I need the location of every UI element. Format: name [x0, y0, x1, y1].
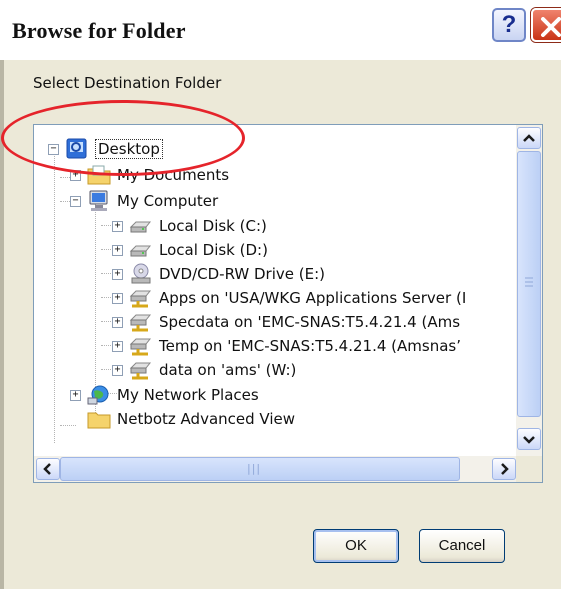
tree-item-label: My Network Places: [117, 386, 259, 404]
help-icon: ?: [501, 11, 517, 38]
chevron-left-icon: [43, 463, 51, 475]
browse-for-folder-dialog: Browse for Folder ? Select Destination F…: [0, 0, 561, 589]
drive-icon: [129, 215, 153, 237]
tree-item-my-computer[interactable]: − My Computer: [70, 189, 218, 213]
dialog-title: Browse for Folder: [12, 18, 186, 43]
network-places-icon: [87, 384, 111, 406]
tree-item-label: Local Disk (C:): [159, 217, 267, 235]
tree-item-dvd-drive[interactable]: + DVD/CD-RW Drive (E:): [112, 262, 325, 286]
tree-item-specdata-share[interactable]: + Specdata on 'EMC-SNAS:T5.4.21.4 (Ams: [112, 310, 460, 334]
network-drive-icon: [129, 359, 153, 381]
tree-item-label: Temp on 'EMC-SNAS:T5.4.21.4 (Amsnas’: [159, 337, 461, 355]
tree-item-label: Apps on 'USA/WKG Applications Server (I: [159, 289, 467, 307]
tree-item-label: data on 'ams' (W:): [159, 361, 297, 379]
expand-toggle[interactable]: +: [112, 268, 123, 280]
close-button[interactable]: [531, 8, 561, 42]
network-drive-icon: [129, 335, 153, 357]
tree-item-local-disk-d[interactable]: + Local Disk (D:): [112, 238, 268, 262]
scrollbar-corner: [516, 456, 542, 482]
expand-toggle[interactable]: +: [112, 364, 123, 376]
scroll-up-button[interactable]: [517, 127, 541, 149]
tree-item-label: DVD/CD-RW Drive (E:): [159, 265, 325, 283]
grip-icon: [525, 277, 533, 287]
tree-line: [54, 153, 55, 443]
grip-icon: |||: [247, 462, 262, 475]
expand-toggle[interactable]: +: [112, 244, 123, 256]
tree-item-temp-share[interactable]: + Temp on 'EMC-SNAS:T5.4.21.4 (Amsnas’: [112, 334, 461, 358]
tree-item-label: Specdata on 'EMC-SNAS:T5.4.21.4 (Ams: [159, 313, 461, 331]
tree-item-label: Netbotz Advanced View: [117, 410, 296, 428]
tree-item-label: My Computer: [117, 192, 219, 210]
scroll-right-button[interactable]: [492, 458, 516, 480]
help-button[interactable]: ?: [492, 8, 526, 42]
red-highlight-ellipse: [1, 100, 245, 176]
horizontal-scrollbar[interactable]: |||: [34, 456, 518, 482]
scroll-down-button[interactable]: [517, 428, 541, 450]
chevron-up-icon: [523, 134, 535, 142]
folder-tree[interactable]: − Desktop + My Documents − My Computer +: [33, 124, 543, 483]
chevron-right-icon: [501, 463, 509, 475]
drive-icon: [129, 239, 153, 261]
ok-button[interactable]: OK: [313, 529, 399, 563]
tree-item-local-disk-c[interactable]: + Local Disk (C:): [112, 214, 267, 238]
scroll-thumb[interactable]: [517, 151, 541, 417]
expand-toggle[interactable]: +: [70, 389, 81, 401]
scroll-left-button[interactable]: [36, 458, 60, 480]
computer-icon: [87, 190, 111, 212]
collapse-toggle[interactable]: −: [70, 195, 81, 207]
expand-toggle[interactable]: +: [112, 220, 123, 232]
network-drive-icon: [129, 287, 153, 309]
tree-item-my-network-places[interactable]: + My Network Places: [70, 383, 259, 407]
tree-item-apps-share[interactable]: + Apps on 'USA/WKG Applications Server (…: [112, 286, 466, 310]
network-drive-icon: [129, 311, 153, 333]
title-bar[interactable]: Browse for Folder ?: [0, 0, 561, 60]
tree-item-label: Local Disk (D:): [159, 241, 268, 259]
expand-toggle[interactable]: +: [112, 340, 123, 352]
cd-drive-icon: [129, 263, 153, 285]
tree-item-data-share[interactable]: + data on 'ams' (W:): [112, 358, 296, 382]
folder-icon: [87, 408, 111, 430]
dialog-instruction: Select Destination Folder: [33, 74, 222, 92]
scroll-thumb[interactable]: |||: [60, 457, 460, 481]
tree-item-netbotz[interactable]: Netbotz Advanced View: [87, 407, 295, 431]
close-icon: [541, 17, 561, 37]
expand-toggle[interactable]: +: [112, 316, 123, 328]
expand-toggle[interactable]: +: [112, 292, 123, 304]
vertical-scrollbar[interactable]: [516, 125, 542, 458]
cancel-button[interactable]: Cancel: [419, 529, 505, 563]
chevron-down-icon: [523, 436, 535, 444]
tree-line: [60, 425, 76, 426]
